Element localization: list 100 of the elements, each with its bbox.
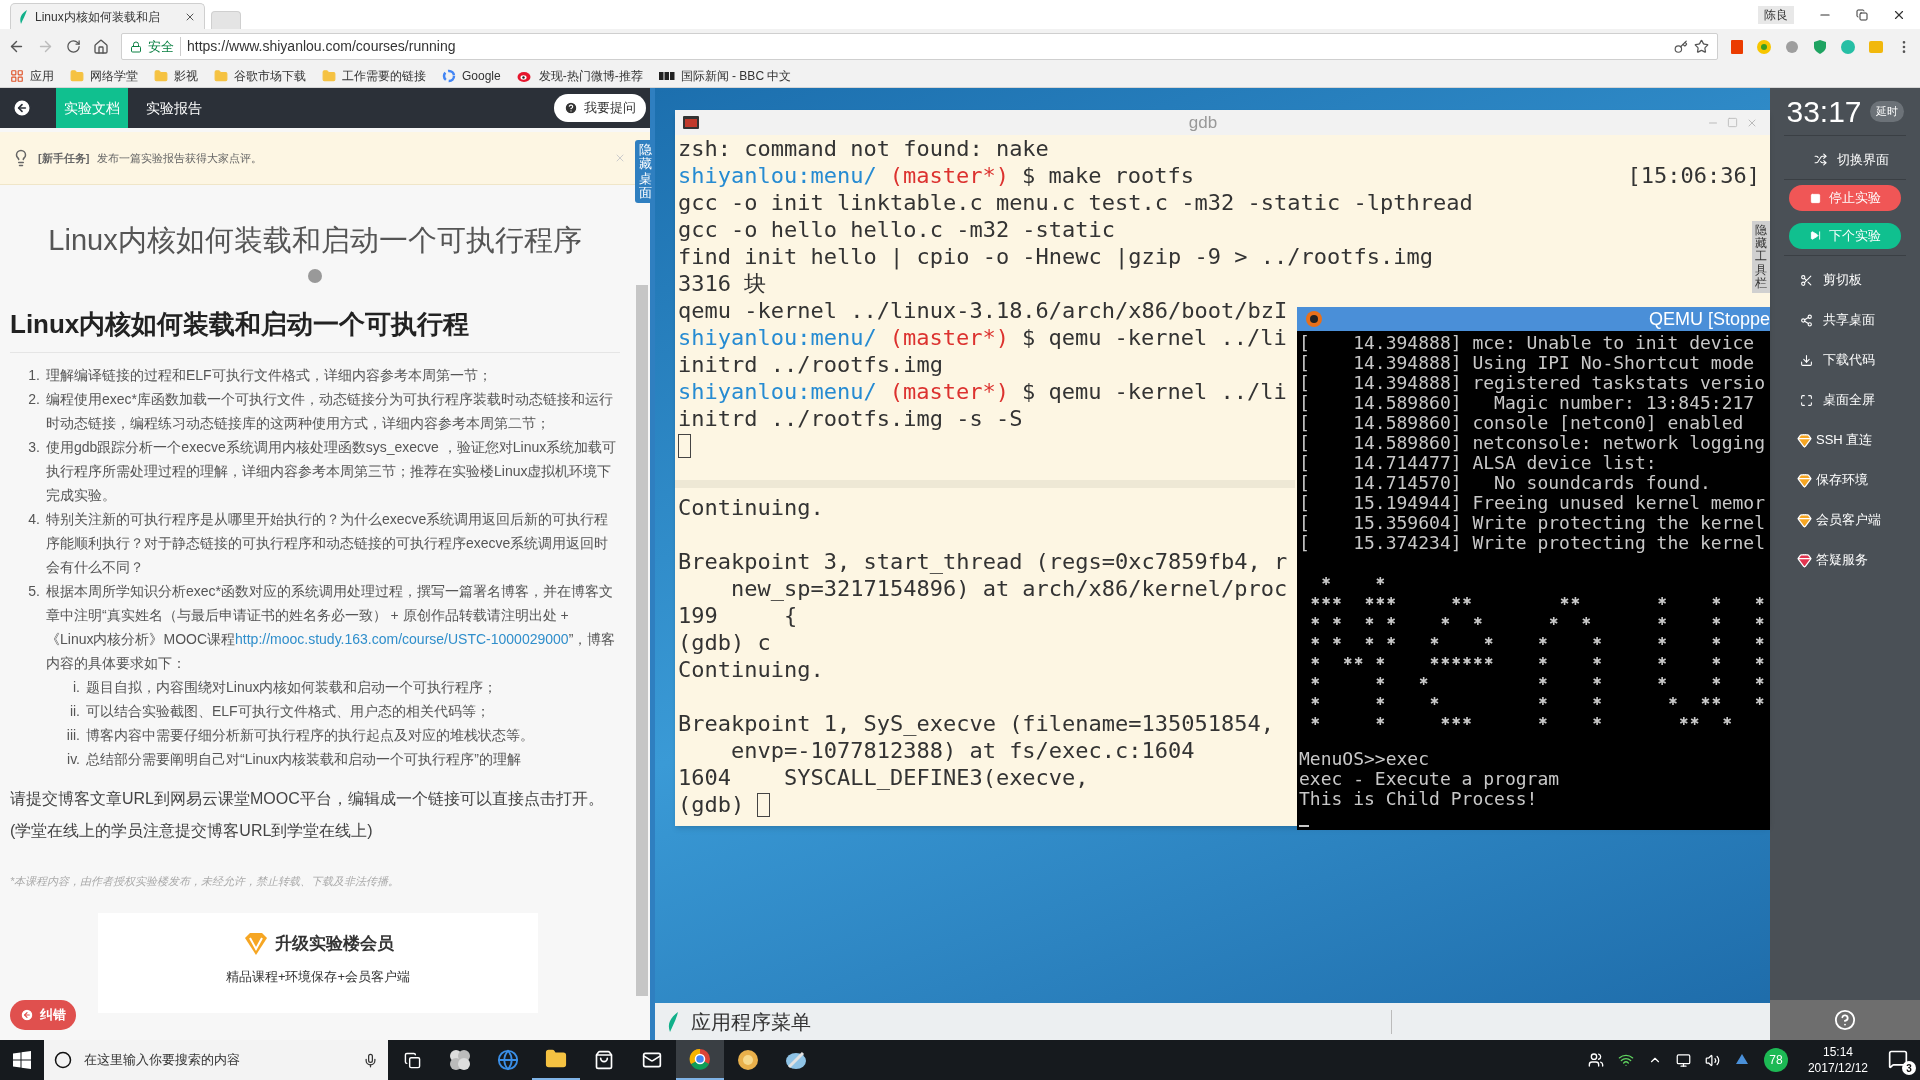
list-number: 2. bbox=[27, 389, 40, 409]
extension-icon[interactable] bbox=[1756, 38, 1772, 55]
scissors-icon bbox=[1800, 273, 1813, 287]
bookmark-link[interactable]: 网络学堂 bbox=[90, 66, 138, 85]
terminal-line: 199 { bbox=[678, 602, 798, 630]
sidebar-item[interactable]: SSH 直连 bbox=[1816, 430, 1873, 450]
sidebar-item[interactable]: 切换界面 bbox=[1837, 149, 1889, 170]
submit-note: 请提交博客文章URL到网易云课堂MOOC平台，编辑成一个链接可以直接点击打开。(学堂在线上的学员注意提交博客URL到学堂在线上) bbox=[10, 788, 605, 841]
lock-icon bbox=[130, 40, 142, 53]
console-line: [ 14.714570] No soundcards found. bbox=[1299, 473, 1711, 493]
terminal-line: Breakpoint 3, start_thread (regs=0xc7859fb4, r bbox=[678, 548, 1288, 576]
prompt-path: shiyanlou:menu/ bbox=[678, 162, 877, 190]
extension-icon[interactable] bbox=[1730, 38, 1744, 55]
coin-app-icon[interactable] bbox=[737, 1049, 759, 1071]
step-text: 特别关注新的可执行程序是从哪里开始执行的？为什么execve系统调用返回后新的可执行程序能顺利执行？对于静态链接的可执行程序和动态链接的可执行程序execve系统调用返回时会有什么不同？ bbox=[46, 509, 610, 577]
browser-e-icon[interactable] bbox=[497, 1049, 519, 1071]
step-text: 博客内容中需要仔细分析新可执行程序的执行起点及对应的堆栈状态等。 bbox=[86, 725, 535, 745]
diamond-icon bbox=[1797, 472, 1812, 488]
console-line: [ 14.589860] console [netcon0] enabled bbox=[1299, 413, 1744, 433]
ask-question-button[interactable]: 我要提问 bbox=[554, 94, 646, 122]
people-icon[interactable] bbox=[1587, 1052, 1604, 1068]
app-menu-label[interactable]: 应用程序菜单 bbox=[691, 1006, 1381, 1037]
help-icon[interactable] bbox=[1834, 1009, 1856, 1031]
console-line: [ 15.194944] Freeing unused kernel memor bbox=[1299, 493, 1765, 513]
skip-icon bbox=[1809, 230, 1821, 241]
sidebar-item[interactable]: 答疑服务 bbox=[1816, 550, 1868, 570]
sidebar-item[interactable]: 共享桌面 bbox=[1823, 310, 1875, 330]
step-text: 理解编译链接的过程和ELF可执行文件格式，详细内容参考本周第一节； bbox=[46, 365, 493, 385]
bookmark-link[interactable]: Google bbox=[462, 66, 501, 85]
folder-icon bbox=[70, 68, 84, 83]
bookmark-link[interactable]: 应用 bbox=[30, 66, 54, 85]
console-line: [ 14.714477] ALSA device list: bbox=[1299, 453, 1657, 473]
terminal-line: new_sp=3217154896) at arch/x86/kernel/proc bbox=[729, 575, 1288, 603]
mail-icon[interactable] bbox=[642, 1050, 662, 1070]
reload-icon[interactable] bbox=[66, 39, 81, 54]
microphone-icon[interactable] bbox=[363, 1052, 378, 1068]
ring-icon bbox=[442, 68, 456, 83]
wifi-icon[interactable] bbox=[1617, 1052, 1634, 1068]
notification-count: 3 bbox=[1902, 1061, 1916, 1075]
bookmark-star-icon[interactable] bbox=[1694, 39, 1709, 54]
bookmark-link[interactable]: 影视 bbox=[174, 66, 198, 85]
back-icon[interactable] bbox=[12, 98, 32, 118]
terminal-line: 1604 SYSCALL_DEFINE3(execve, bbox=[678, 764, 1089, 792]
bookmark-link[interactable]: 工作需要的链接 bbox=[342, 66, 426, 85]
shuffle-icon bbox=[1814, 153, 1827, 166]
volume-icon[interactable] bbox=[1704, 1052, 1720, 1068]
bookmark-link[interactable]: 谷歌市场下载 bbox=[234, 66, 306, 85]
terminal-command: $ qemu -kernel ../li bbox=[1021, 324, 1287, 352]
list-number: iii. bbox=[65, 725, 80, 745]
home-icon[interactable] bbox=[93, 38, 109, 55]
share-icon bbox=[1800, 313, 1813, 327]
hide-desktop-tab[interactable]: 隐藏桌面 bbox=[635, 140, 655, 204]
store-bag-icon[interactable] bbox=[594, 1050, 614, 1070]
terminal-icon bbox=[683, 116, 699, 129]
console-line: [ 14.589860] Magic number: 13:845:217 bbox=[1299, 393, 1755, 413]
section-heading: Linux内核如何装载和启动一个可执行程 bbox=[10, 304, 620, 353]
taskbar-search-field[interactable]: 在这里输入你要搜索的内容 bbox=[44, 1040, 388, 1080]
sidebar-item[interactable]: 剪切板 bbox=[1823, 270, 1862, 290]
list-number: ii. bbox=[68, 701, 80, 721]
step-text: 编程使用exec*库函数加载一个可执行文件，动态链接分为可执行程序装载时动态链接和运行时动态链接，编程练习动态链接库的这两种使用方式，详细内容参考本周第二节； bbox=[46, 389, 615, 433]
pinwheel-icon[interactable] bbox=[449, 1049, 471, 1071]
sidebar-item[interactable]: 下载代码 bbox=[1823, 350, 1875, 370]
list-number: 1. bbox=[27, 365, 40, 385]
restore-icon[interactable] bbox=[1856, 8, 1868, 21]
back-icon[interactable] bbox=[8, 38, 25, 55]
stop-icon bbox=[1809, 192, 1821, 204]
prompt-branch: (master*) bbox=[889, 324, 1009, 352]
sidebar-item[interactable]: 桌面全屏 bbox=[1823, 390, 1875, 410]
shield-icon[interactable] bbox=[1812, 38, 1828, 55]
sidebar-item[interactable]: 会员客户端 bbox=[1816, 510, 1881, 530]
bookmark-link[interactable]: 国际新闻 - BBC 中文 bbox=[680, 66, 792, 85]
terminal-line: zsh: command not found: nake bbox=[678, 135, 1049, 163]
folder-icon[interactable] bbox=[545, 1048, 567, 1070]
console-line: [ 15.359604] Write protecting the kernel bbox=[1299, 513, 1765, 533]
paint-app-icon[interactable] bbox=[785, 1049, 807, 1071]
scrollbar[interactable] bbox=[636, 285, 648, 996]
hide-toolbar-tab[interactable]: 隐藏工具栏 bbox=[1752, 221, 1770, 293]
panel-tab[interactable]: 实验报告 bbox=[138, 88, 210, 128]
network-icon[interactable] bbox=[1675, 1052, 1691, 1068]
browser-tab[interactable]: Linux内核如何装载和启 bbox=[10, 3, 205, 29]
address-bar[interactable]: 安全 https://www.shiyanlou.com/courses/running bbox=[121, 33, 1718, 60]
list-number: 4. bbox=[27, 509, 40, 529]
sidebar-item[interactable]: 保存环境 bbox=[1816, 470, 1868, 490]
download-icon bbox=[1800, 353, 1813, 367]
leaf-icon bbox=[19, 9, 29, 24]
profile-name[interactable]: 陈良 bbox=[1758, 5, 1794, 24]
notification-icon[interactable] bbox=[1888, 1049, 1908, 1069]
windows-logo-icon[interactable] bbox=[13, 1051, 31, 1069]
extend-time-button[interactable]: 延时 bbox=[1869, 101, 1904, 122]
key-icon[interactable] bbox=[1674, 39, 1688, 54]
bookmark-link[interactable]: 发现-热门微博-推荐 bbox=[538, 66, 643, 85]
round-app-icon[interactable] bbox=[689, 1048, 711, 1070]
clock-date[interactable]: 2017/12/12 bbox=[1807, 1060, 1868, 1076]
console-line: MenuOS>>exec bbox=[1299, 749, 1430, 769]
terminal-line: qemu -kernel ../linux-3.18.6/arch/x86/boot/bzI bbox=[678, 297, 1288, 325]
console-line: [ 14.394888] registered taskstats versio bbox=[1299, 373, 1765, 393]
clock-time[interactable]: 15:14 bbox=[1822, 1044, 1853, 1060]
report-error-button[interactable]: 纠错 bbox=[10, 1000, 76, 1030]
task-view-icon[interactable] bbox=[403, 1051, 421, 1069]
terminal-line: envp=-1077812388) at fs/exec.c:1604 bbox=[729, 737, 1195, 765]
